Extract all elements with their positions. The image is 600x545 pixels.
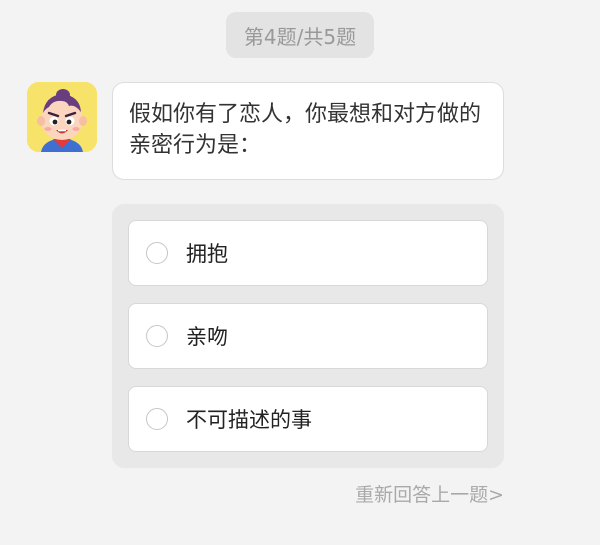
option-label: 拥抱	[186, 242, 228, 266]
question-text: 假如你有了恋人，你最想和对方做的亲密行为是：	[129, 102, 482, 158]
option-hug[interactable]: 拥抱	[128, 220, 488, 286]
question-progress-badge: 第4题/共5题	[226, 12, 374, 58]
option-kiss[interactable]: 亲吻	[128, 303, 488, 369]
option-label: 亲吻	[186, 325, 228, 349]
cartoon-boy-avatar-icon	[27, 82, 97, 152]
option-indescribable[interactable]: 不可描述的事	[128, 386, 488, 452]
question-progress-label: 第4题/共5题	[243, 24, 357, 49]
radio-circle-icon[interactable]	[146, 408, 168, 430]
option-label: 不可描述的事	[186, 408, 312, 432]
options-panel: 拥抱 亲吻 不可描述的事	[112, 204, 504, 468]
radio-circle-icon[interactable]	[146, 242, 168, 264]
redo-previous-question-link[interactable]: 重新回答上一题>	[355, 480, 504, 507]
radio-circle-icon[interactable]	[146, 325, 168, 347]
assistant-avatar	[27, 82, 97, 152]
question-bubble: 假如你有了恋人，你最想和对方做的亲密行为是：	[112, 82, 504, 180]
